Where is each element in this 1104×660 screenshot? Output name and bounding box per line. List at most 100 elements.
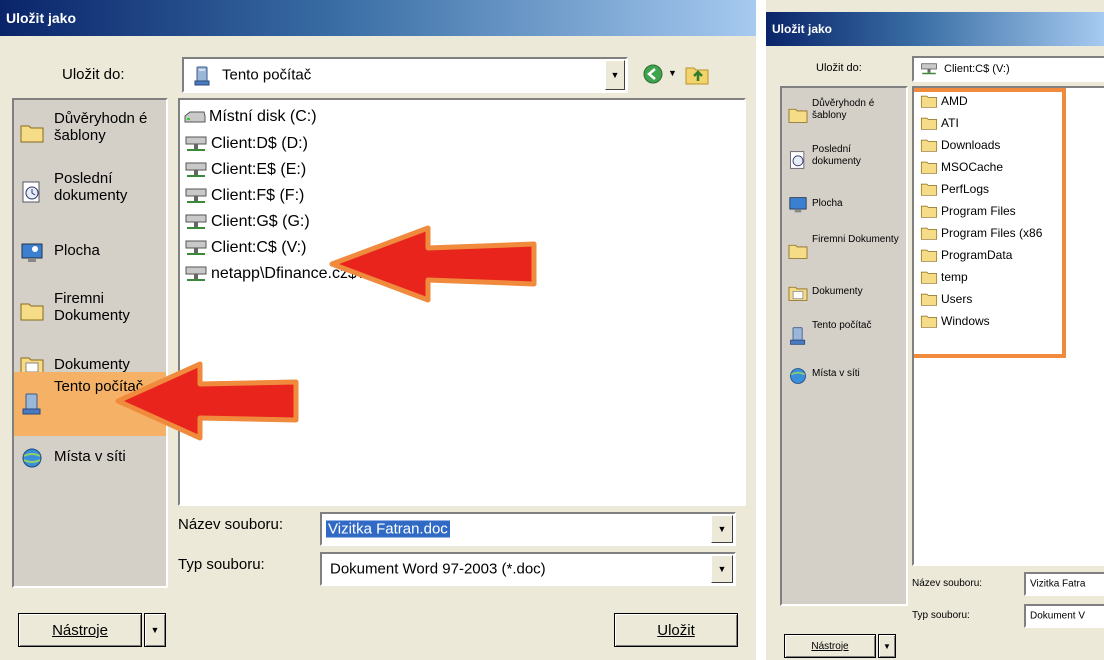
place-label: Místa v síti <box>812 368 860 379</box>
save-label: Uložit <box>657 621 695 639</box>
save-in-combo[interactable]: Tento počítač ▼ <box>182 57 628 93</box>
place-recent-documents[interactable]: Poslední dokumenty <box>782 140 906 188</box>
place-label: Plocha <box>812 198 843 209</box>
network-icon <box>788 366 808 386</box>
network-drive-icon <box>184 212 208 232</box>
network-icon <box>20 446 44 470</box>
item-label: Client:C$ (V:) <box>211 239 307 256</box>
tools-dropdown-button[interactable]: ▼ <box>878 634 896 658</box>
tools-button[interactable]: Nástroje <box>784 634 876 658</box>
place-company-documents[interactable]: Firemni Dokumenty <box>782 228 906 274</box>
place-network[interactable]: Místa v síti <box>782 360 906 400</box>
network-drive-icon <box>184 264 208 284</box>
documents-icon <box>788 284 808 302</box>
list-item[interactable]: Client:E$ (E:) <box>184 160 306 180</box>
filetype-label: Typ souboru: <box>912 610 970 621</box>
place-label: Tento počítač <box>812 320 872 331</box>
computer-icon <box>192 65 214 87</box>
list-item[interactable]: Client:C$ (V:) <box>184 238 306 258</box>
filetype-select[interactable]: Dokument Word 97-2003 (*.doc) ▼ <box>320 552 736 586</box>
local-disk-icon <box>184 110 206 124</box>
place-label: Místa v síti <box>54 448 126 465</box>
filetype-select[interactable]: Dokument V <box>1024 604 1104 628</box>
place-label: Dokumenty <box>812 286 863 297</box>
tools-label: Nástroje <box>52 621 108 639</box>
save-in-label: Uložit do: <box>62 66 125 83</box>
place-desktop[interactable]: Plocha <box>14 228 166 280</box>
save-as-dialog-right: Uložit jako Uložit do: Client:C$ (V:) Dů… <box>766 0 1104 660</box>
place-label: Poslední dokumenty <box>54 170 128 205</box>
file-list[interactable]: AMD ATI Downloads MSOCache PerfLogs Program F… <box>912 86 1104 566</box>
computer-icon <box>788 326 808 346</box>
desktop-icon <box>20 242 44 264</box>
place-label: Firemni Dokumenty <box>54 290 130 325</box>
folder-icon <box>788 106 808 124</box>
tools-button[interactable]: Nástroje <box>18 613 142 647</box>
place-label: Plocha <box>54 242 100 259</box>
places-bar: Důvěryhodn é šablony Poslední dokumenty … <box>12 98 168 588</box>
save-in-combo[interactable]: Client:C$ (V:) <box>912 56 1104 82</box>
place-documents[interactable]: Dokumenty <box>782 274 906 314</box>
back-icon[interactable] <box>642 63 664 85</box>
recent-documents-icon <box>20 180 44 204</box>
back-dropdown-icon[interactable]: ▼ <box>668 68 677 78</box>
recent-documents-icon <box>788 150 808 170</box>
save-in-label: Uložit do: <box>816 62 862 74</box>
item-label: Client:F$ (F:) <box>211 187 305 204</box>
folder-icon <box>788 242 808 260</box>
place-label: Důvěryhodn é šablony <box>812 98 875 121</box>
place-label: Poslední dokumenty <box>812 144 861 167</box>
list-item[interactable]: Client:D$ (D:) <box>184 134 308 154</box>
list-item[interactable]: Client:F$ (F:) <box>184 186 304 206</box>
filename-text-wrap: Vizitka Fatran.doc <box>326 520 450 538</box>
item-label: Client:D$ (D:) <box>211 135 308 152</box>
folder-icon <box>20 300 44 322</box>
network-drive-icon <box>184 160 208 180</box>
dialog-title: Uložit jako <box>766 12 1104 46</box>
network-drive-icon <box>184 186 208 206</box>
place-trusted-templates[interactable]: Důvěryhodn é šablony <box>782 92 906 140</box>
chevron-down-icon[interactable]: ▼ <box>605 60 625 90</box>
place-trusted-templates[interactable]: Důvěryhodn é šablony <box>14 104 166 166</box>
filetype-label: Typ souboru: <box>178 556 265 573</box>
list-item[interactable]: Místní disk (C:) <box>184 108 317 126</box>
save-as-dialog-left: Uložit jako Uložit do: Tento počítač ▼ ▼… <box>0 0 756 660</box>
annotation-arrow-icon <box>115 361 299 441</box>
filename-label: Název souboru: <box>912 578 983 589</box>
place-label: Důvěryhodn é šablony <box>54 110 148 145</box>
filename-value: Vizitka Fatran.doc <box>326 520 450 538</box>
chevron-down-icon: ▼ <box>150 625 160 635</box>
save-in-value: Tento počítač <box>222 66 312 84</box>
tools-dropdown-button[interactable]: ▼ <box>144 613 166 647</box>
network-drive-icon <box>920 61 938 77</box>
save-in-value: Client:C$ (V:) <box>944 63 1010 75</box>
up-folder-icon[interactable] <box>684 62 710 86</box>
item-label: Client:E$ (E:) <box>211 161 307 178</box>
computer-icon <box>20 392 44 416</box>
chevron-down-icon[interactable]: ▼ <box>711 555 733 583</box>
places-bar: Důvěryhodn é šablony Poslední dokumenty … <box>780 86 908 606</box>
folder-icon <box>20 122 44 144</box>
filetype-value: Dokument V <box>1030 610 1086 622</box>
item-label: Místní disk (C:) <box>209 108 317 125</box>
filename-label: Název souboru: <box>178 516 284 533</box>
filename-input[interactable]: Vizitka Fatra <box>1024 572 1104 596</box>
item-label: Client:G$ (G:) <box>211 213 310 230</box>
place-company-documents[interactable]: Firemni Dokumenty <box>14 280 166 342</box>
filename-input[interactable]: Vizitka Fatran.doc ▼ <box>320 512 736 546</box>
chevron-down-icon: ▼ <box>883 641 891 651</box>
place-desktop[interactable]: Plocha <box>782 188 906 228</box>
save-button[interactable]: Uložit <box>614 613 738 647</box>
list-item[interactable]: Client:G$ (G:) <box>184 212 310 232</box>
place-recent-documents[interactable]: Poslední dokumenty <box>14 166 166 228</box>
network-drive-icon <box>184 238 208 258</box>
filename-value: Vizitka Fatra <box>1030 578 1086 590</box>
chevron-down-icon[interactable]: ▼ <box>711 515 733 543</box>
dialog-title: Uložit jako <box>0 0 756 36</box>
filetype-value: Dokument Word 97-2003 (*.doc) <box>330 560 546 578</box>
tools-label: Nástroje <box>811 640 849 652</box>
network-drive-icon <box>184 134 208 154</box>
desktop-icon <box>788 196 808 214</box>
orange-highlight-frame <box>914 88 1066 358</box>
place-this-computer[interactable]: Tento počítač <box>782 314 906 360</box>
